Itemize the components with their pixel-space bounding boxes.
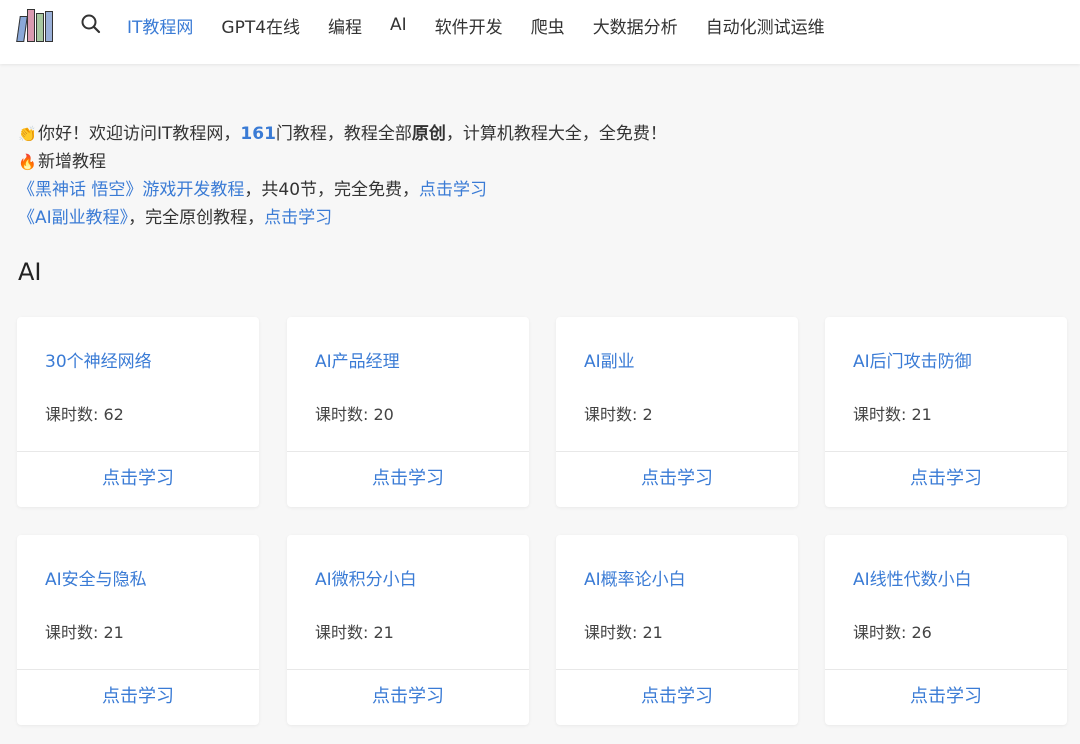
learn-button[interactable]: 点击学习: [17, 669, 259, 725]
nav-item-software-dev[interactable]: 软件开发: [421, 13, 517, 38]
tutorial-count: 161: [240, 124, 276, 144]
course-card: AI微积分小白 课时数: 21 点击学习: [287, 535, 529, 725]
new-tutorials-line: 🔥新增教程: [18, 148, 667, 176]
course-card: AI线性代数小白 课时数: 26 点击学习: [825, 535, 1067, 725]
search-icon[interactable]: [80, 13, 102, 35]
course-hours: 课时数: 2: [584, 405, 653, 424]
fire-emoji-icon: 🔥: [18, 153, 37, 171]
new-tutorial-1: 《黑神话 悟空》游戏开发教程，共40节，完全免费，点击学习: [18, 176, 667, 204]
intro-block: 👏你好！欢迎访问IT教程网，161门教程，教程全部原创，计算机教程大全，全免费！…: [18, 120, 667, 232]
welcome-line: 👏你好！欢迎访问IT教程网，161门教程，教程全部原创，计算机教程大全，全免费！: [18, 120, 667, 148]
greeting-prefix: 你好！欢迎访问IT教程网，: [38, 124, 241, 144]
course-hours: 课时数: 21: [853, 405, 932, 424]
top-navigation-bar: IT教程网 GPT4在线 编程 AI 软件开发 爬虫 大数据分析 自动化测试运维: [0, 0, 1080, 64]
new-tutorial-2: 《AI副业教程》，完全原创教程，点击学习: [18, 204, 667, 232]
course-title-link[interactable]: AI产品经理: [315, 347, 400, 372]
nav-item-big-data[interactable]: 大数据分析: [579, 13, 692, 38]
course-title-link[interactable]: AI安全与隐私: [45, 565, 147, 590]
books-logo-icon[interactable]: [16, 9, 54, 42]
nav-item-crawler[interactable]: 爬虫: [517, 13, 579, 38]
learn-button[interactable]: 点击学习: [556, 451, 798, 507]
course-title-link[interactable]: AI副业: [584, 347, 635, 372]
course-card: AI概率论小白 课时数: 21 点击学习: [556, 535, 798, 725]
course-title-link[interactable]: AI线性代数小白: [853, 565, 972, 590]
course-title-link[interactable]: AI后门攻击防御: [853, 347, 972, 372]
ai-side-job-tutorial-link[interactable]: 《AI副业教程》: [18, 208, 128, 228]
nav-item-automation[interactable]: 自动化测试运维: [692, 13, 839, 38]
greeting-mid: 门教程，教程全部: [275, 124, 412, 144]
nav-item-ai[interactable]: AI: [376, 15, 421, 35]
learn-button[interactable]: 点击学习: [17, 451, 259, 507]
learn-button[interactable]: 点击学习: [825, 669, 1067, 725]
course-title-link[interactable]: 30个神经网络: [45, 347, 152, 372]
nav-item-gpt4[interactable]: GPT4在线: [207, 13, 314, 38]
course-card: AI后门攻击防御 课时数: 21 点击学习: [825, 317, 1067, 507]
nav-menu: IT教程网 GPT4在线 编程 AI 软件开发 爬虫 大数据分析 自动化测试运维: [113, 0, 839, 50]
new-tutorials-label: 新增教程: [38, 152, 106, 172]
course-hours: 课时数: 21: [584, 623, 663, 642]
wukong-learn-link[interactable]: 点击学习: [419, 180, 487, 200]
course-title-link[interactable]: AI概率论小白: [584, 565, 686, 590]
course-hours: 课时数: 21: [315, 623, 394, 642]
course-card: AI安全与隐私 课时数: 21 点击学习: [17, 535, 259, 725]
course-hours: 课时数: 20: [315, 405, 394, 424]
wukong-tutorial-link[interactable]: 《黑神话 悟空》游戏开发教程: [18, 180, 244, 200]
original-label: 原创: [411, 124, 446, 144]
course-card: AI副业 课时数: 2 点击学习: [556, 317, 798, 507]
nav-item-programming[interactable]: 编程: [314, 13, 376, 38]
learn-button[interactable]: 点击学习: [825, 451, 1067, 507]
course-hours: 课时数: 21: [45, 623, 124, 642]
course-hours: 课时数: 26: [853, 623, 932, 642]
learn-button[interactable]: 点击学习: [287, 669, 529, 725]
course-title-link[interactable]: AI微积分小白: [315, 565, 417, 590]
greeting-suffix: ，计算机教程大全，全免费！: [445, 124, 667, 144]
course-card: 30个神经网络 课时数: 62 点击学习: [17, 317, 259, 507]
learn-button[interactable]: 点击学习: [287, 451, 529, 507]
learn-button[interactable]: 点击学习: [556, 669, 798, 725]
ai-side-job-learn-link[interactable]: 点击学习: [264, 208, 332, 228]
course-hours: 课时数: 62: [45, 405, 124, 424]
ai-side-job-desc: ，完全原创教程，: [128, 208, 265, 228]
wukong-tutorial-desc: ，共40节，完全免费，: [244, 180, 420, 200]
course-card: AI产品经理 课时数: 20 点击学习: [287, 317, 529, 507]
section-title: AI: [18, 258, 42, 286]
nav-item-it-tutorial[interactable]: IT教程网: [113, 13, 207, 38]
clap-emoji-icon: 👏: [18, 125, 37, 143]
